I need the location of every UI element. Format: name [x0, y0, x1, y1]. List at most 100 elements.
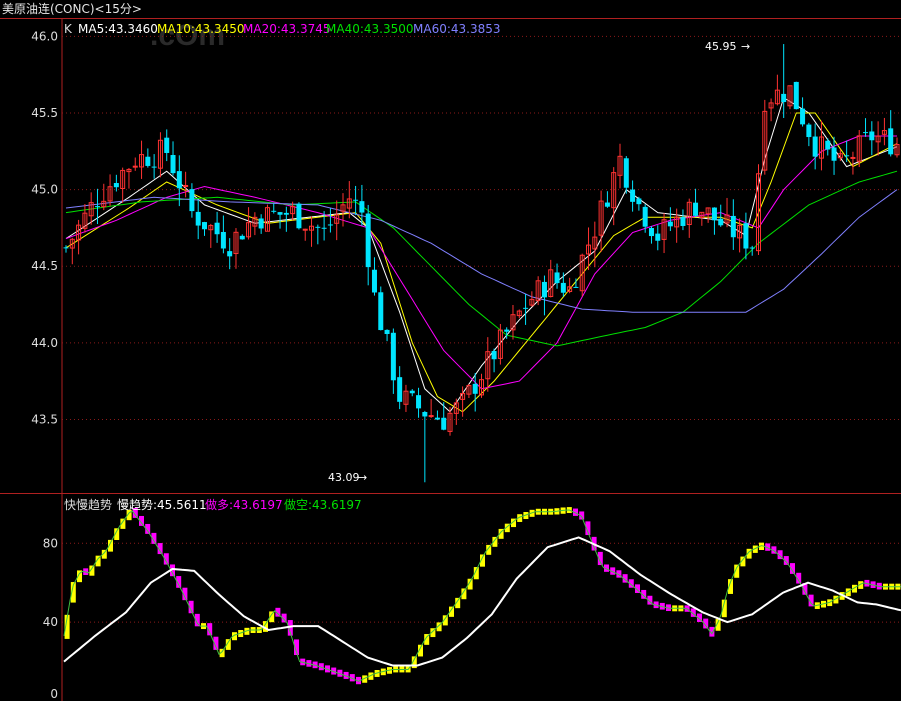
candle-down [636, 198, 642, 205]
candle-down [195, 211, 201, 226]
candle-down [655, 233, 661, 241]
y-tick-label: 44.0 [31, 336, 58, 350]
y-tick-label: 44.5 [31, 259, 58, 273]
candle-up [428, 415, 434, 418]
legend-k: K [64, 22, 73, 36]
candle-down [214, 222, 220, 235]
candle-down [434, 417, 440, 420]
candle-down [604, 202, 610, 207]
candle-down [94, 206, 100, 208]
candle-down [283, 212, 289, 215]
candle-down [831, 147, 837, 161]
main-legend: K MA5:43.3460 MA10:43.3450 MA20:43.3745 … [64, 22, 501, 36]
y-tick-label: 40 [43, 615, 58, 629]
candle-down [258, 218, 264, 229]
candle-down [806, 124, 812, 138]
candle-down [365, 213, 371, 268]
high-label: 45.95 [705, 40, 737, 53]
annotations: 45.95 → 43.09 → [328, 40, 750, 484]
candle-down [888, 128, 894, 155]
candle-down [667, 221, 673, 227]
legend-ma5: MA5:43.3460 [78, 22, 158, 36]
candle-down [359, 201, 365, 213]
candle-down [573, 286, 579, 288]
candle-down [321, 227, 327, 229]
legend-ma40: MA40:43.3500 [326, 22, 414, 36]
candle-down [800, 108, 806, 125]
candle-down [63, 247, 69, 249]
candle-down [227, 251, 233, 257]
candle-down [680, 217, 686, 226]
candle-up [183, 185, 189, 188]
fast-trend-line [63, 509, 901, 682]
candle-down [189, 189, 195, 212]
chart-frame [0, 18, 901, 701]
candle-down [378, 292, 384, 331]
candle-down [220, 231, 226, 249]
candle-down [390, 332, 396, 381]
candle-up [132, 165, 138, 168]
candle-down [202, 222, 207, 230]
candle-down [560, 282, 566, 293]
candle-down [327, 224, 333, 226]
ma-lines [65, 96, 898, 413]
y-tick-label: 43.5 [31, 412, 58, 426]
candle-down [623, 158, 629, 188]
y-tick-label: 45.5 [31, 106, 58, 120]
y-tick-label: 80 [43, 536, 58, 550]
candle-down [176, 171, 182, 189]
candle-down [648, 228, 654, 237]
candle-down [730, 215, 736, 238]
candle-down [353, 199, 359, 201]
legend-ma10: MA10:43.3450 [157, 22, 245, 36]
candle-down [781, 93, 787, 103]
candle-down [296, 203, 302, 229]
candle-down [825, 140, 831, 150]
chart-area: .cOm 46.045.545.044.544.043.5 45.95 → 43… [0, 18, 901, 701]
legend-bear: 做空:43.6197 [284, 497, 362, 512]
ma20-line [65, 135, 897, 390]
candle-down [239, 235, 245, 240]
candle-down [693, 202, 699, 216]
candle-down [151, 166, 157, 168]
candle-down [630, 189, 636, 202]
candle-down [397, 377, 403, 402]
candle-down [472, 383, 478, 394]
candle-down [491, 351, 497, 360]
indicator-bars [64, 507, 901, 685]
candle-down [812, 136, 818, 157]
low-label: 43.09 [328, 471, 360, 484]
y-tick-label: 45.0 [31, 183, 58, 197]
candle-down [711, 207, 717, 221]
candle-down [523, 307, 529, 309]
indicator-legend: 快慢趋势 慢趋势:45.5611 做多:43.6197 做空:43.6197 [64, 497, 362, 512]
candle-down [315, 226, 321, 228]
candle-down [145, 156, 151, 166]
legend-ma60: MA60:43.3853 [413, 22, 501, 36]
y-tick-label: 0 [50, 687, 58, 701]
legend-ma20: MA20:43.3745 [243, 22, 331, 36]
legend-bull: 做多:43.6197 [205, 497, 283, 512]
candle-down [869, 131, 875, 141]
candle-down [371, 269, 377, 293]
candle-down [541, 281, 547, 298]
y-tick-label: 46.0 [31, 29, 58, 43]
ma5-line [65, 96, 898, 413]
candle-down [504, 329, 510, 332]
candle-down [441, 417, 447, 430]
indicator-lines [63, 509, 901, 682]
candle-up [850, 156, 856, 159]
candle-down [642, 206, 648, 227]
main-y-axis: 46.0 45.5 45.0 44.5 44.0 43.5 [31, 29, 58, 426]
candle-down [844, 155, 850, 157]
candle-down [409, 390, 415, 394]
candles [63, 44, 900, 483]
candle-down [271, 210, 277, 212]
candle-down [113, 183, 119, 188]
candle-down [277, 212, 283, 215]
candle-down [554, 272, 560, 284]
low-arrow: → [358, 471, 367, 484]
candle-down [743, 223, 749, 249]
candle-down [416, 395, 422, 409]
candle-down [749, 247, 755, 249]
